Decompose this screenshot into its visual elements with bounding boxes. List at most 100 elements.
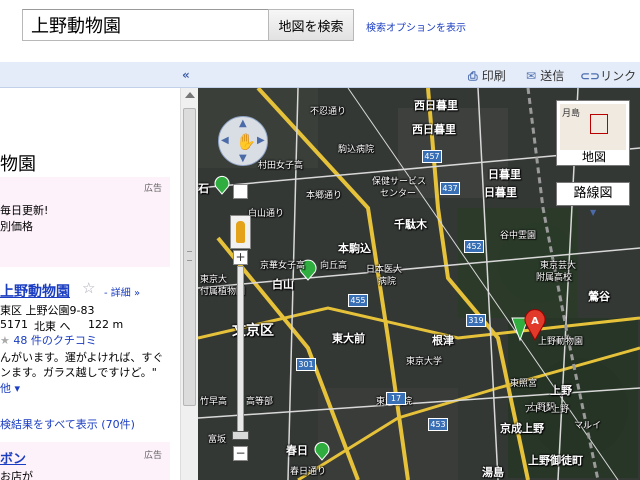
svg-text:A: A (531, 316, 539, 327)
overview-place: 月島 (562, 109, 581, 119)
route-shield: 301 (296, 358, 316, 371)
route-shield: 17 (386, 392, 406, 405)
ad-text: お店が (0, 470, 33, 480)
ad-text: 別価格 (0, 220, 33, 233)
route-shield: 457 (422, 150, 442, 163)
print-label: 印刷 (481, 69, 506, 83)
scroll-thumb[interactable] (183, 108, 196, 406)
map-label: 富坂 (208, 435, 227, 445)
panel-scrollbar[interactable] (180, 88, 198, 480)
map-label: 附属高校 (536, 273, 573, 283)
review-snippet: ンます。ガラス越しですけど。" (0, 366, 157, 379)
map-label: センター (380, 189, 417, 199)
map-label: 病院 (378, 277, 397, 287)
map-label: 上野 (550, 384, 572, 397)
collapse-panel-button[interactable]: « (182, 68, 190, 82)
sponsored-ad[interactable]: 広告 ボン お店が (0, 442, 170, 480)
map-label: アトレ上野 (524, 405, 570, 415)
ad-label: 広告 (144, 451, 163, 461)
map-label: 東照宮 (510, 379, 538, 389)
grip-icon (187, 251, 192, 261)
overview-thumbnail: 月島 (560, 104, 626, 150)
map-label: 日暮里 (488, 168, 521, 181)
map-label: 本駒込 (338, 242, 371, 255)
overview-map[interactable]: 月島 地図 (556, 100, 630, 166)
map-label: 谷中霊園 (500, 231, 537, 241)
route-shield: 453 (428, 418, 448, 431)
details-link[interactable]: - 詳細 » (104, 284, 140, 299)
reviews-link[interactable]: ★ 48 件のクチコミ (0, 332, 97, 348)
return-to-result-button[interactable] (233, 184, 248, 199)
map-label: 千駄木 (394, 218, 427, 231)
map-label: マルイ (574, 421, 602, 431)
search-bar: 地図を検索 検索オプションを表示 (0, 0, 640, 62)
map-type-button[interactable]: 地図 (561, 151, 627, 165)
link-label: リンク (600, 69, 637, 83)
map-label: 上野御徒町 (528, 454, 583, 467)
more-link[interactable]: 他 ▾ (0, 380, 20, 396)
map-label: 日暮里 (484, 186, 517, 199)
street-view-pegman[interactable] (230, 215, 251, 249)
sponsored-ad[interactable]: 広告 毎日更新! 別価格 (0, 177, 170, 267)
map-label: 京華女子高 (260, 261, 306, 271)
map-label: 石 (198, 182, 209, 195)
map-label: 京成上野 (500, 422, 544, 435)
route-shield: 455 (348, 294, 368, 307)
star-icon[interactable]: ☆ (82, 279, 95, 297)
map-label: 村田女子高 (258, 161, 304, 171)
ad-text: 毎日更新! (0, 204, 49, 217)
map-label: 上野動物園 (538, 337, 584, 347)
map-canvas[interactable]: A 不忍通り 西日暮里 西日暮里 駒込病院 日暮里 日暮里 保健サービス センタ… (198, 88, 640, 480)
mail-icon: ✉ (526, 69, 541, 83)
route-shield: 437 (440, 182, 460, 195)
map-label: 向丘高 (320, 261, 348, 271)
route-map-button[interactable]: 路線図 (556, 182, 630, 206)
overview-viewport (590, 114, 608, 134)
ad-title-link[interactable]: ボン (0, 448, 26, 467)
printer-icon: ⎙ (468, 69, 482, 83)
zoom-out-button[interactable]: − (233, 446, 248, 461)
link-icon: ⊂⊃ (580, 69, 601, 83)
result-title-link[interactable]: 上野動物園 (0, 281, 70, 301)
map-label: 根津 (432, 334, 454, 347)
zoom-slider[interactable] (237, 266, 244, 434)
pan-right-icon[interactable]: ▶ (257, 135, 265, 146)
search-maps-button[interactable]: 地図を検索 (268, 9, 354, 41)
pan-left-icon[interactable]: ◀ (221, 135, 229, 146)
zoom-slider-handle[interactable] (232, 431, 249, 440)
search-input[interactable] (22, 9, 270, 41)
print-button[interactable]: ⎙ 印刷 (468, 67, 506, 84)
map-label: 白山 (272, 278, 294, 291)
map-label: 竹早高 (200, 397, 228, 407)
result-phone: 5171 (0, 318, 28, 331)
chevron-down-icon[interactable]: ▼ (590, 208, 596, 217)
pan-control[interactable]: ▲ ▼ ◀ ▶ ✋ (218, 116, 268, 166)
place-title: 物園 (0, 154, 36, 175)
all-results-link[interactable]: 検結果をすべて表示 (70件) (0, 416, 135, 432)
ad-label: 広告 (144, 184, 163, 194)
zoom-in-button[interactable]: + (233, 250, 248, 265)
rating-stars-icon: ★ (0, 334, 14, 347)
map-label: 本郷通り (306, 191, 343, 201)
pegman-icon (236, 221, 245, 243)
map-label: 鶯谷 (588, 290, 610, 303)
map-label: 西日暮里 (414, 99, 458, 112)
review-snippet: んがいます。運がよければ、すぐ (0, 351, 164, 364)
map-label: 東京大学 (406, 357, 443, 367)
search-options-link[interactable]: 検索オプションを表示 (366, 19, 466, 34)
map-label: 春日 (286, 444, 308, 457)
link-button[interactable]: ⊂⊃リンク (580, 67, 636, 84)
map-label: 駒込病院 (338, 145, 375, 155)
map-toolbar: ⎙ 印刷 ✉ 送信 ⊂⊃リンク (198, 62, 640, 88)
route-shield: 319 (466, 314, 486, 327)
map-label: 東大前 (332, 332, 365, 345)
scroll-up-icon[interactable] (185, 92, 195, 98)
map-label: 白山通り (248, 209, 285, 219)
map-label: 春日通り (290, 467, 327, 477)
pan-down-icon[interactable]: ▼ (239, 153, 247, 164)
result-distance: 122 m (88, 318, 124, 331)
map-label: 不忍通り (310, 107, 347, 117)
pan-up-icon[interactable]: ▲ (239, 118, 247, 129)
panel-header: « (0, 62, 198, 88)
send-button[interactable]: ✉ 送信 (526, 67, 564, 84)
